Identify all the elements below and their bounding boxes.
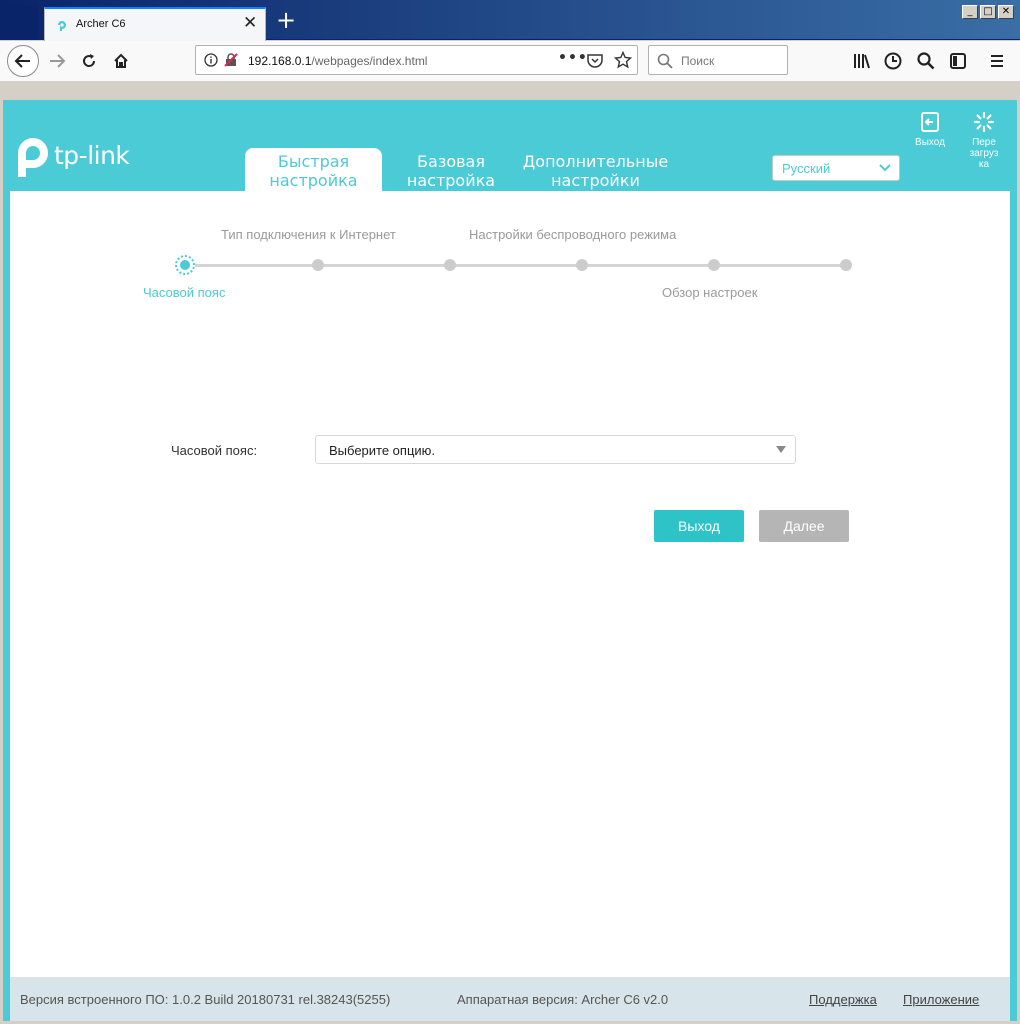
search-icon [657,53,673,69]
reboot-label-3: ка [978,159,990,170]
router-header: tp-link Быстрая настройка Базовая настро… [3,100,1017,191]
chevron-down-icon [879,164,891,172]
library-icon[interactable] [852,51,872,71]
url-text: 192.168.0.1/webpages/index.html [248,54,427,68]
back-button[interactable] [7,45,39,77]
language-select[interactable]: Русский [772,155,900,181]
search-placeholder: Поиск [681,54,715,68]
reload-icon [83,54,96,67]
search-input[interactable]: Поиск [648,45,788,75]
address-bar[interactable]: 192.168.0.1/webpages/index.html ••• [195,45,638,75]
window-controls: _ □ ✕ [960,5,1014,19]
url-host: 192.168.0.1 [248,54,312,68]
language-value: Русский [782,161,831,176]
step-dot-3 [444,259,456,271]
step-label-timezone: Часовой пояс [143,285,226,300]
tp-link-logo-icon [18,138,48,177]
tab-quick-setup-line2: настройка [269,171,358,190]
insecure-lock-icon[interactable] [224,53,238,67]
next-button[interactable]: Далее [759,510,849,542]
url-path: /webpages/index.html [311,54,428,68]
tab-quick-setup-line1: Быстрая [277,152,350,171]
step-dot-2 [312,259,324,271]
home-button[interactable] [106,46,136,76]
reboot-label-2: загруз [969,148,999,159]
tab-title: Archer C6 [76,18,126,30]
tab-advanced-line2: настройки [551,171,640,190]
timezone-label: Часовой пояс: [171,443,258,458]
wizard-progress-line [185,264,847,267]
step-label-connection-type: Тип подключения к Интернет [221,227,396,242]
sidebar-icon[interactable] [948,51,968,71]
step-dot-1 [175,255,195,275]
browser-navbar: 192.168.0.1/webpages/index.html ••• Поис… [0,41,1020,82]
browser-titlebar: Archer C6 ✕ + _ □ ✕ [0,0,1020,41]
firmware-version: Версия встроенного ПО: 1.0.2 Build 20180… [20,992,391,1007]
tab-close-icon[interactable]: ✕ [243,13,257,33]
tab-advanced-line1: Дополнительные [522,152,669,171]
step-dot-5 [708,259,720,271]
support-link[interactable]: Поддержка [809,992,877,1007]
close-window-button[interactable]: ✕ [998,5,1014,19]
exit-button[interactable]: Выход [654,510,744,542]
router-footer: Версия встроенного ПО: 1.0.2 Build 20180… [10,977,1010,1021]
zoom-search-icon[interactable] [916,51,936,71]
page-viewport: tp-link Быстрая настройка Базовая настро… [3,100,1017,1021]
arrow-left-icon [14,54,30,68]
step-label-summary: Обзор настроек [662,285,758,300]
logout-button[interactable]: Выход [908,111,952,148]
page-actions-menu[interactable]: ••• [558,50,588,66]
timezone-select[interactable]: Выберите опцию. [315,435,796,464]
reboot-button[interactable]: Пере загруз ка [962,111,1006,170]
tp-link-favicon-icon [58,21,66,31]
tab-basic-line2: настройка [406,171,496,190]
step-label-wireless: Настройки беспроводного режима [469,227,677,242]
system-menu-area [4,5,38,40]
tab-basic-line1: Базовая [417,152,485,171]
step-dot-6 [840,259,852,271]
home-icon [114,53,128,68]
browser-tab-active[interactable]: Archer C6 ✕ [44,7,266,41]
minimize-button[interactable]: _ [962,5,978,19]
history-clock-icon[interactable] [883,51,903,71]
tab-quick-setup[interactable]: Быстрая настройка [245,148,382,191]
wizard-content: Тип подключения к Интернет Настройки бес… [10,191,1010,977]
step-dot-4 [576,259,588,271]
maximize-button[interactable]: □ [980,5,996,19]
app-link[interactable]: Приложение [903,992,979,1007]
arrow-right-icon [50,54,66,68]
new-tab-button[interactable]: + [274,8,298,33]
bookmark-star-icon[interactable] [614,51,632,69]
tab-advanced[interactable]: Дополнительные настройки [517,148,674,191]
hamburger-menu-icon[interactable] [987,51,1007,71]
info-icon[interactable] [204,53,218,67]
dropdown-arrow-icon [776,446,786,453]
chrome-separator [0,83,1020,100]
forward-button[interactable] [42,46,72,76]
reboot-label-1: Пере [972,137,996,148]
tab-basic[interactable]: Базовая настройка [395,148,507,191]
reboot-spinner-icon [973,111,995,133]
timezone-value: Выберите опцию. [329,443,436,458]
reload-button[interactable] [74,46,104,76]
logout-label: Выход [915,137,945,148]
hardware-version: Аппаратная версия: Archer C6 v2.0 [457,992,669,1007]
pocket-icon[interactable] [587,53,603,68]
tp-link-logo: tp-link [10,131,130,179]
logout-icon [921,112,939,132]
logo-text: tp-link [54,140,130,170]
